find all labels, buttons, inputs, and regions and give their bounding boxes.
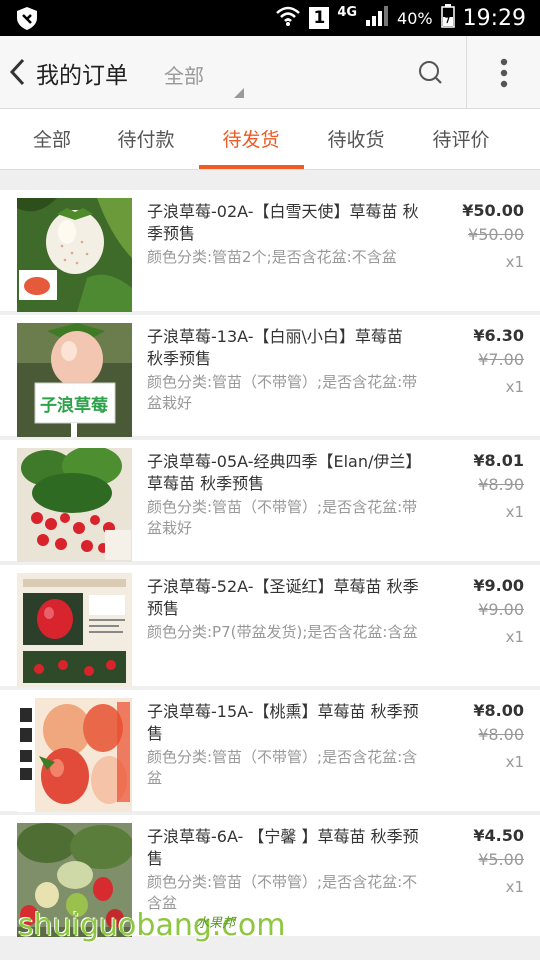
tab-pending-review[interactable]: 待评价 — [424, 109, 498, 169]
price: ¥50.00 — [462, 201, 524, 220]
clock: 19:29 — [462, 5, 526, 31]
original-price: ¥8.90 — [478, 475, 524, 494]
order-item[interactable]: 子浪草莓-05A-经典四季【Elan/伊兰】草莓苗 秋季预售 颜色分类:管苗（不… — [0, 440, 540, 562]
tab-pending-shipment[interactable]: 待发货 — [214, 109, 288, 169]
price: ¥4.50 — [473, 826, 524, 845]
original-price: ¥5.00 — [478, 850, 524, 869]
app-header: 我的订单 全部 — [0, 36, 540, 109]
back-button[interactable] — [6, 56, 30, 88]
more-vertical-icon — [500, 58, 508, 88]
order-filter-dropdown[interactable]: 全部 — [164, 60, 204, 89]
status-bar: 1 4G 40% 19:29 — [0, 0, 540, 36]
quantity: x1 — [505, 253, 524, 271]
signal-icon — [365, 5, 389, 31]
product-title: 子浪草莓-02A-【白雪天使】草莓苗 秋季预售 — [147, 202, 419, 243]
product-spec: 颜色分类:P7(带盆发货);是否含花盆:含盆 — [147, 623, 418, 641]
order-item[interactable]: 子浪草莓 子浪草莓-13A-【白丽\小白】草莓苗 秋季预售 颜色分类:管苗（不带… — [0, 315, 540, 437]
product-title: 子浪草莓-52A-【圣诞红】草莓苗 秋季预售 — [147, 577, 419, 618]
chevron-left-icon — [9, 58, 25, 86]
quantity: x1 — [505, 628, 524, 646]
product-spec: 颜色分类:管苗2个;是否含花盆:不含盆 — [147, 248, 397, 266]
product-spec: 颜色分类:管苗（不带管）;是否含花盆:含盆 — [147, 748, 418, 787]
tab-all[interactable]: 全部 — [22, 109, 82, 169]
product-spec: 颜色分类:管苗（不带管）;是否含花盆:带盆栽好 — [147, 373, 418, 412]
watermark: shuiguobang.com — [18, 908, 286, 943]
search-button[interactable] — [414, 56, 448, 90]
original-price: ¥9.00 — [478, 600, 524, 619]
quantity: x1 — [505, 378, 524, 396]
shield-icon — [14, 5, 40, 35]
tab-pending-payment[interactable]: 待付款 — [110, 109, 182, 169]
product-spec: 颜色分类:管苗（不带管）;是否含花盆:带盆栽好 — [147, 498, 418, 537]
watermark-cn: 水果邦 — [196, 916, 236, 931]
more-options-button[interactable] — [490, 56, 518, 90]
original-price: ¥50.00 — [468, 225, 524, 244]
tab-pending-receipt[interactable]: 待收货 — [320, 109, 392, 169]
active-tab-indicator — [199, 165, 304, 169]
quantity: x1 — [505, 878, 524, 896]
price: ¥6.30 — [473, 326, 524, 345]
battery-icon — [440, 4, 455, 32]
product-title: 子浪草莓-13A-【白丽\小白】草莓苗 秋季预售 — [147, 327, 403, 368]
battery-level: 40% — [397, 8, 433, 28]
sim-indicator: 1 — [309, 7, 330, 29]
product-title: 子浪草莓-15A-【桃熏】草莓苗 秋季预售 — [147, 702, 419, 743]
product-title: 子浪草莓-05A-经典四季【Elan/伊兰】草莓苗 秋季预售 — [147, 452, 422, 493]
price: ¥9.00 — [473, 576, 524, 595]
product-image — [17, 698, 132, 812]
quantity: x1 — [505, 753, 524, 771]
dropdown-triangle-icon — [234, 88, 244, 98]
quantity: x1 — [505, 503, 524, 521]
page-title: 我的订单 — [36, 63, 128, 89]
price: ¥8.00 — [473, 701, 524, 720]
order-status-tabs: 全部 待付款 待发货 待收货 待评价 — [0, 109, 540, 170]
product-image — [17, 198, 132, 312]
order-item[interactable]: 子浪草莓-15A-【桃熏】草莓苗 秋季预售 颜色分类:管苗（不带管）;是否含花盆… — [0, 690, 540, 812]
product-image — [17, 573, 132, 687]
original-price: ¥8.00 — [478, 725, 524, 744]
product-image — [17, 448, 132, 562]
network-type: 4G — [337, 4, 358, 20]
product-title: 子浪草莓-6A- 【宁馨 】草莓苗 秋季预售 — [147, 827, 419, 868]
product-image: 子浪草莓 — [17, 323, 132, 437]
thumb-label: 子浪草莓 — [40, 395, 108, 416]
original-price: ¥7.00 — [478, 350, 524, 369]
header-divider — [466, 36, 467, 108]
wifi-icon — [275, 5, 301, 31]
order-item[interactable]: 子浪草莓-02A-【白雪天使】草莓苗 秋季预售 颜色分类:管苗2个;是否含花盆:… — [0, 190, 540, 312]
search-icon — [419, 61, 442, 84]
price: ¥8.01 — [473, 451, 524, 470]
order-item[interactable]: 子浪草莓-52A-【圣诞红】草莓苗 秋季预售 颜色分类:P7(带盆发货);是否含… — [0, 565, 540, 687]
